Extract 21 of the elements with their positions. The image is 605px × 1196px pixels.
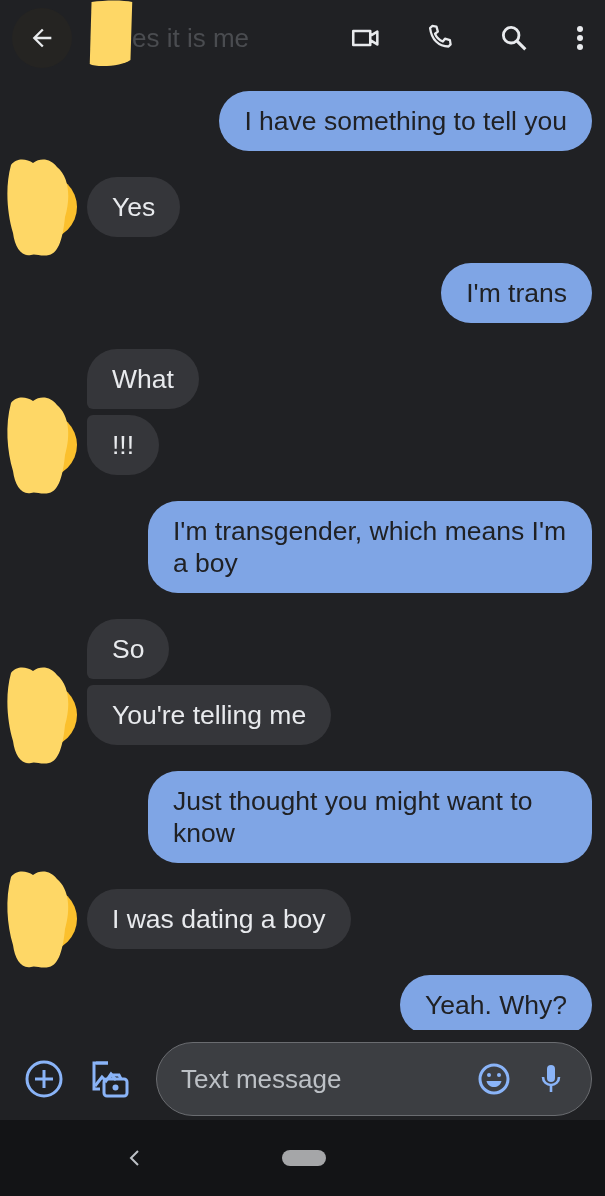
- message-bubble[interactable]: Yeah. Why?: [400, 975, 592, 1030]
- back-nav-icon[interactable]: [128, 1149, 140, 1167]
- message-bubble[interactable]: Yes: [87, 177, 181, 237]
- emoji-icon[interactable]: [477, 1062, 511, 1096]
- message-bubble[interactable]: You're telling me: [87, 685, 332, 745]
- add-icon[interactable]: [24, 1059, 64, 1099]
- microphone-icon[interactable]: [539, 1063, 563, 1095]
- message-bubble[interactable]: !!!: [87, 415, 160, 475]
- message-input-field[interactable]: Text message: [156, 1042, 592, 1116]
- more-options-icon[interactable]: [575, 24, 585, 52]
- redaction-scribble: [88, 0, 134, 68]
- message-bubble[interactable]: I'm trans: [441, 263, 592, 323]
- message-bubble[interactable]: I'm transgender, which means I'm a boy: [148, 501, 592, 593]
- message-bubble[interactable]: I was dating a boy: [87, 889, 351, 949]
- message-bubble[interactable]: Just thought you might want to know: [148, 771, 592, 863]
- message-bubble[interactable]: What: [87, 349, 199, 409]
- home-handle[interactable]: [282, 1150, 326, 1166]
- gallery-camera-icon[interactable]: [90, 1059, 130, 1099]
- message-bubble[interactable]: So: [87, 619, 170, 679]
- text-input[interactable]: Text message: [179, 1062, 449, 1096]
- message-bubble[interactable]: I have something to tell you: [219, 91, 592, 151]
